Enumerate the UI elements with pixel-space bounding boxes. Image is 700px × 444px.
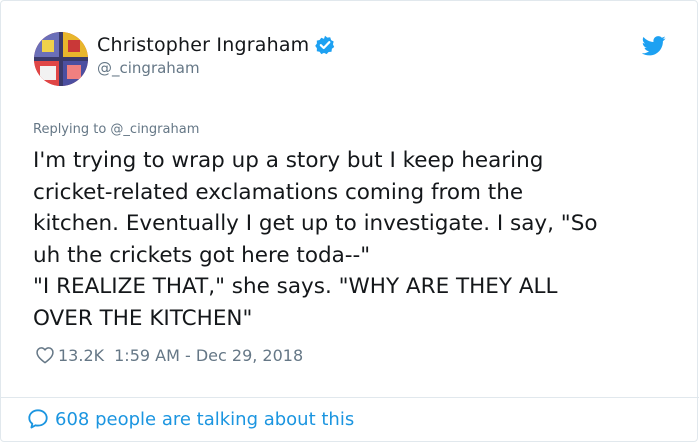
author-display-name[interactable]: Christopher Ingraham bbox=[97, 34, 309, 56]
tweet-body-line: cricket-related exclamations coming from… bbox=[33, 179, 524, 205]
tweet-body-line: "I REALIZE THAT," she says. "WHY ARE THE… bbox=[33, 274, 558, 299]
tweet-body-line: kitchen. Eventually I get up to investig… bbox=[33, 211, 598, 236]
heart-outline-icon[interactable] bbox=[35, 345, 55, 365]
tweet-meta: 13.2K 1:59 AM - Dec 29, 2018 bbox=[35, 345, 303, 365]
avatar[interactable] bbox=[34, 32, 88, 86]
like-count[interactable]: 13.2K bbox=[58, 346, 104, 365]
speech-bubble-icon bbox=[27, 408, 49, 430]
tweet-body-line: I'm trying to wrap up a story but I keep… bbox=[33, 148, 544, 173]
verified-badge-icon bbox=[315, 35, 335, 55]
tweet-timestamp[interactable]: 1:59 AM - Dec 29, 2018 bbox=[114, 346, 303, 365]
author-handle[interactable]: @_cingraham bbox=[97, 59, 200, 77]
replying-to-label[interactable]: Replying to @_cingraham bbox=[33, 122, 199, 137]
tweet-body-line: uh the crickets got here toda--" bbox=[33, 242, 371, 268]
tweet-card: Christopher Ingraham @_cingraham Replyin… bbox=[0, 0, 699, 442]
tweet-body: I'm trying to wrap up a story but I keep… bbox=[33, 145, 683, 334]
talking-about-label[interactable]: 608 people are talking about this bbox=[55, 409, 354, 430]
author-name-row[interactable]: Christopher Ingraham bbox=[97, 34, 335, 56]
tweet-body-line: OVER THE KITCHEN" bbox=[33, 305, 253, 331]
talking-about-link[interactable]: 608 people are talking about this bbox=[27, 408, 354, 430]
divider bbox=[1, 397, 699, 398]
twitter-bird-icon[interactable] bbox=[641, 36, 666, 56]
